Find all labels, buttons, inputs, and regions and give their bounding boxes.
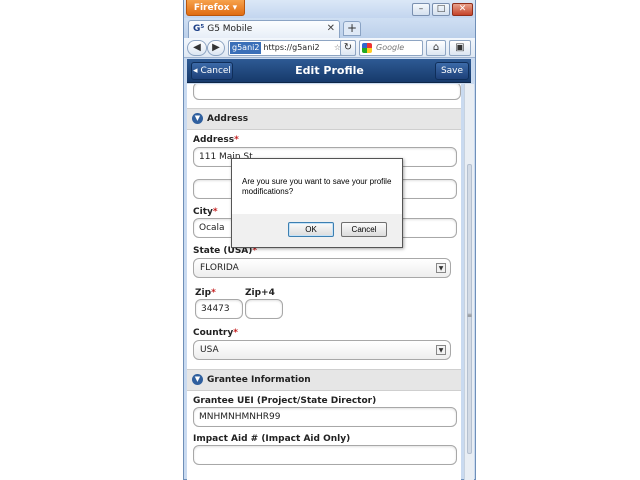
chevron-down-icon: ▼	[436, 345, 446, 355]
dialog-message: Are you sure you want to save your profi…	[242, 177, 392, 196]
page-title: Edit Profile	[295, 64, 364, 77]
tab-bar: G⁵ G5 Mobile ✕ +	[184, 18, 475, 38]
city-label: City*	[193, 207, 218, 217]
scrollbar-grip-icon: ≡	[467, 312, 473, 319]
tab-title: G5 Mobile	[207, 24, 253, 34]
previous-field-input[interactable]	[193, 84, 461, 100]
chevron-down-icon: ▼	[192, 113, 203, 124]
section-header-grantee[interactable]: ▼ Grantee Information	[187, 369, 461, 391]
forward-arrow-icon: ▶	[212, 42, 220, 53]
minimize-button[interactable]: –	[412, 3, 430, 16]
google-icon	[362, 43, 372, 53]
section-header-address[interactable]: ▼ Address	[187, 108, 461, 130]
new-tab-button[interactable]: +	[343, 21, 361, 36]
save-button[interactable]: Save	[435, 62, 469, 80]
title-bar: Firefox ▾ – □ ✕	[184, 0, 475, 18]
close-window-button[interactable]: ✕	[452, 3, 473, 16]
dialog-message-area: Are you sure you want to save your profi…	[232, 159, 402, 214]
forward-button[interactable]: ▶	[207, 40, 225, 56]
section-title: Grantee Information	[207, 375, 311, 385]
impact-aid-input[interactable]	[193, 445, 457, 465]
zip4-input[interactable]	[245, 299, 283, 319]
tab-g5-mobile[interactable]: G⁵ G5 Mobile ✕	[188, 20, 340, 38]
zip-label: Zip*	[195, 288, 216, 298]
dialog-cancel-button[interactable]: Cancel	[341, 222, 387, 237]
country-value: USA	[200, 345, 219, 355]
maximize-button[interactable]: □	[432, 3, 450, 16]
site-identity[interactable]: g5ani2	[230, 41, 262, 54]
section-title: Address	[207, 114, 249, 124]
firefox-menu-label: Firefox	[193, 3, 230, 13]
back-arrow-icon: ◀	[193, 42, 201, 53]
zip4-label: Zip+4	[245, 288, 275, 298]
url-text: https://g5ani2	[263, 43, 320, 52]
search-placeholder: Google	[376, 43, 405, 52]
state-select[interactable]: FLORIDA ▼	[193, 258, 451, 278]
menu-button[interactable]: ▣	[449, 40, 471, 56]
ok-button[interactable]: OK	[288, 222, 334, 237]
app-header: ◂ Cancel Edit Profile Save	[187, 59, 471, 83]
uei-input[interactable]: MNHMNHMNHR99	[193, 407, 457, 427]
vertical-scrollbar[interactable]: ≡	[464, 84, 474, 480]
reload-icon: ↻	[343, 42, 353, 53]
state-value: FLORIDA	[200, 263, 239, 273]
menu-icon: ▣	[455, 42, 465, 53]
scrollbar-thumb[interactable]	[467, 164, 472, 454]
g5-logo-icon: G⁵	[193, 24, 205, 34]
chevron-down-icon: ▼	[436, 263, 446, 273]
home-button[interactable]: ⌂	[426, 40, 446, 56]
country-label: Country*	[193, 328, 238, 338]
confirm-dialog: Are you sure you want to save your profi…	[231, 158, 403, 248]
search-input[interactable]: Google	[359, 40, 423, 56]
dropdown-arrow-icon: ▾	[229, 3, 238, 13]
home-icon: ⌂	[432, 42, 440, 53]
chevron-down-icon: ▼	[192, 374, 203, 385]
close-tab-icon[interactable]: ✕	[327, 21, 335, 37]
country-select[interactable]: USA ▼	[193, 340, 451, 360]
navigation-bar: ◀ ▶ g5ani2https://g5ani2 ☆ ▼ ↻ Google ⌂ …	[184, 38, 475, 58]
form-content: ▼ Address Address* 111 Main St City* Oca…	[187, 84, 461, 480]
zip-input[interactable]: 34473	[195, 299, 243, 319]
back-button[interactable]: ◀	[187, 40, 207, 56]
cancel-button[interactable]: ◂ Cancel	[191, 62, 233, 80]
impact-aid-label: Impact Aid # (Impact Aid Only)	[193, 434, 351, 444]
reload-button[interactable]: ↻	[340, 40, 356, 56]
cancel-label: Cancel	[200, 66, 231, 76]
firefox-menu-button[interactable]: Firefox ▾	[186, 0, 245, 16]
address-label: Address*	[193, 135, 239, 145]
url-bar[interactable]: g5ani2https://g5ani2 ☆ ▼	[228, 40, 356, 56]
uei-label: Grantee UEI (Project/State Director)	[193, 396, 377, 406]
